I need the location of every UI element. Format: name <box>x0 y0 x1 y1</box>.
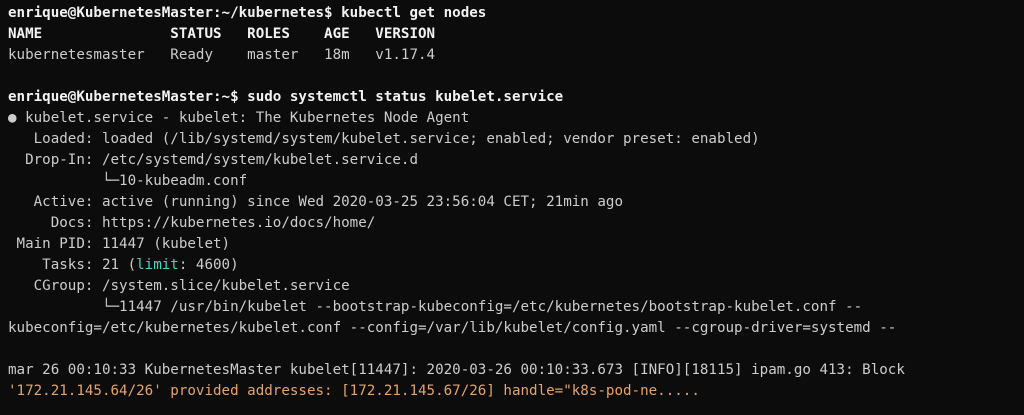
unit-title: ● kubelet.service - kubelet: The Kuberne… <box>8 110 470 126</box>
tasks-suffix: : 4600) <box>178 257 239 273</box>
nodes-table-row: kubernetesmaster Ready master 18m v1.17.… <box>8 47 436 63</box>
main-pid-status: Main PID: 11447 (kubelet) <box>8 236 231 252</box>
tasks-limit-word: limit <box>136 257 179 273</box>
tasks-prefix: Tasks: 21 ( <box>8 257 137 273</box>
docs-status: Docs: https://kubernetes.io/docs/home/ <box>8 215 376 231</box>
nodes-table-header: NAME STATUS ROLES AGE VERSION <box>8 26 436 42</box>
prompt-line: enrique@KubernetesMaster:~$ sudo systemc… <box>8 89 564 105</box>
cgroup-status: CGroup: /system.slice/kubelet.service <box>8 278 350 294</box>
dropin-status: Drop-In: /etc/systemd/system/kubelet.ser… <box>8 152 418 168</box>
active-status: Active: active (running) since Wed 2020-… <box>8 194 623 210</box>
terminal-window[interactable]: enrique@KubernetesMaster:~/kubernetes$ k… <box>0 0 1024 415</box>
prompt-line: enrique@KubernetesMaster:~/kubernetes$ k… <box>8 5 487 21</box>
dropin-file: └─10-kubeadm.conf <box>8 173 248 189</box>
loaded-status: Loaded: loaded (/lib/systemd/system/kube… <box>8 131 760 147</box>
cgroup-process-continuation: kubeconfig=/etc/kubernetes/kubelet.conf … <box>8 320 897 336</box>
tasks-status: Tasks: 21 (limit: 4600) <box>8 255 1024 276</box>
log-line: mar 26 00:10:33 KubernetesMaster kubelet… <box>8 362 905 378</box>
log-line-continuation: '172.21.145.64/26' provided addresses: [… <box>8 383 700 399</box>
cgroup-process: └─11447 /usr/bin/kubelet --bootstrap-kub… <box>8 299 863 315</box>
